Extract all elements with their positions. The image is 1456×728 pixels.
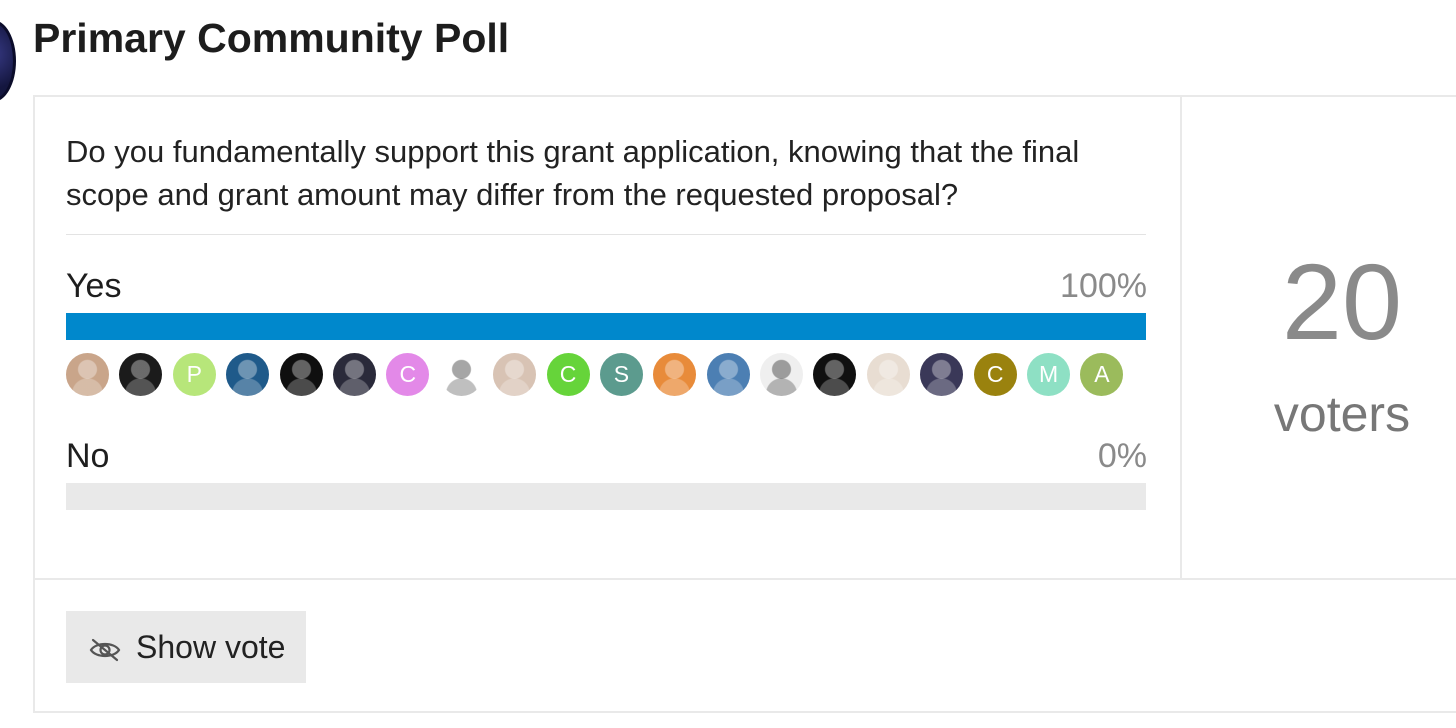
poll-container: Do you fundamentally support this grant …	[33, 95, 1456, 713]
voter-avatar[interactable]	[279, 353, 323, 396]
show-vote-button[interactable]: Show vote	[66, 611, 306, 683]
voter-avatar[interactable]	[866, 353, 910, 396]
voter-avatar[interactable]	[920, 353, 964, 396]
option-percent-yes: 100%	[1060, 267, 1147, 305]
voter-avatar-letter: C	[399, 361, 417, 387]
poll-question: Do you fundamentally support this grant …	[66, 134, 1080, 212]
poll-page: Primary Community Poll Do you fundamenta…	[0, 0, 1456, 728]
voter-avatar[interactable]	[332, 353, 376, 396]
voter-avatar[interactable]: A	[1080, 353, 1124, 396]
question-divider	[66, 234, 1146, 235]
option-bar-no	[66, 483, 1146, 510]
option-percent-no: 0%	[1097, 437, 1147, 475]
voter-avatar[interactable]: M	[1027, 353, 1071, 396]
voter-count: 20	[1281, 241, 1403, 362]
option-bar-fill-yes	[66, 313, 1146, 340]
show-vote-label: Show vote	[136, 628, 286, 665]
voter-avatar[interactable]: S	[599, 353, 643, 396]
voter-avatar[interactable]	[66, 353, 109, 396]
voter-avatar[interactable]	[760, 353, 804, 396]
yes-voters-list: PCCSCMA	[66, 353, 1124, 397]
voter-avatar[interactable]	[653, 353, 697, 396]
poll-options-panel: Do you fundamentally support this grant …	[35, 97, 1182, 578]
voter-avatar-letter: C	[559, 361, 577, 387]
eye-slash-icon	[88, 634, 122, 662]
poll-footer: Show vote	[35, 578, 1456, 715]
voter-avatar-letter: M	[1038, 361, 1059, 387]
poll-title: Primary Community Poll	[33, 15, 510, 61]
voter-avatar[interactable]	[119, 353, 163, 396]
voter-avatar-letter: S	[613, 361, 630, 387]
author-avatar[interactable]	[0, 20, 16, 102]
voter-avatar[interactable]: C	[546, 353, 590, 396]
voter-avatar[interactable]	[706, 353, 750, 396]
voter-avatar[interactable]: C	[973, 353, 1017, 396]
voter-avatar[interactable]	[813, 353, 857, 396]
voter-avatar-letter: A	[1094, 361, 1110, 387]
voter-avatar-letter: C	[986, 361, 1004, 387]
option-label-yes: Yes	[66, 267, 122, 305]
voter-avatar[interactable]	[226, 353, 270, 396]
poll-info-panel: 20 voters	[1182, 97, 1456, 578]
voter-count-label: voters	[1273, 386, 1411, 442]
voter-avatar-letter: P	[186, 361, 202, 387]
voter-avatar[interactable]	[439, 353, 483, 396]
option-label-no: No	[66, 437, 110, 475]
option-bar-yes	[66, 313, 1146, 340]
voter-avatar[interactable]	[493, 353, 537, 396]
voter-avatar[interactable]: P	[172, 353, 216, 396]
voter-avatar[interactable]: C	[386, 353, 430, 396]
